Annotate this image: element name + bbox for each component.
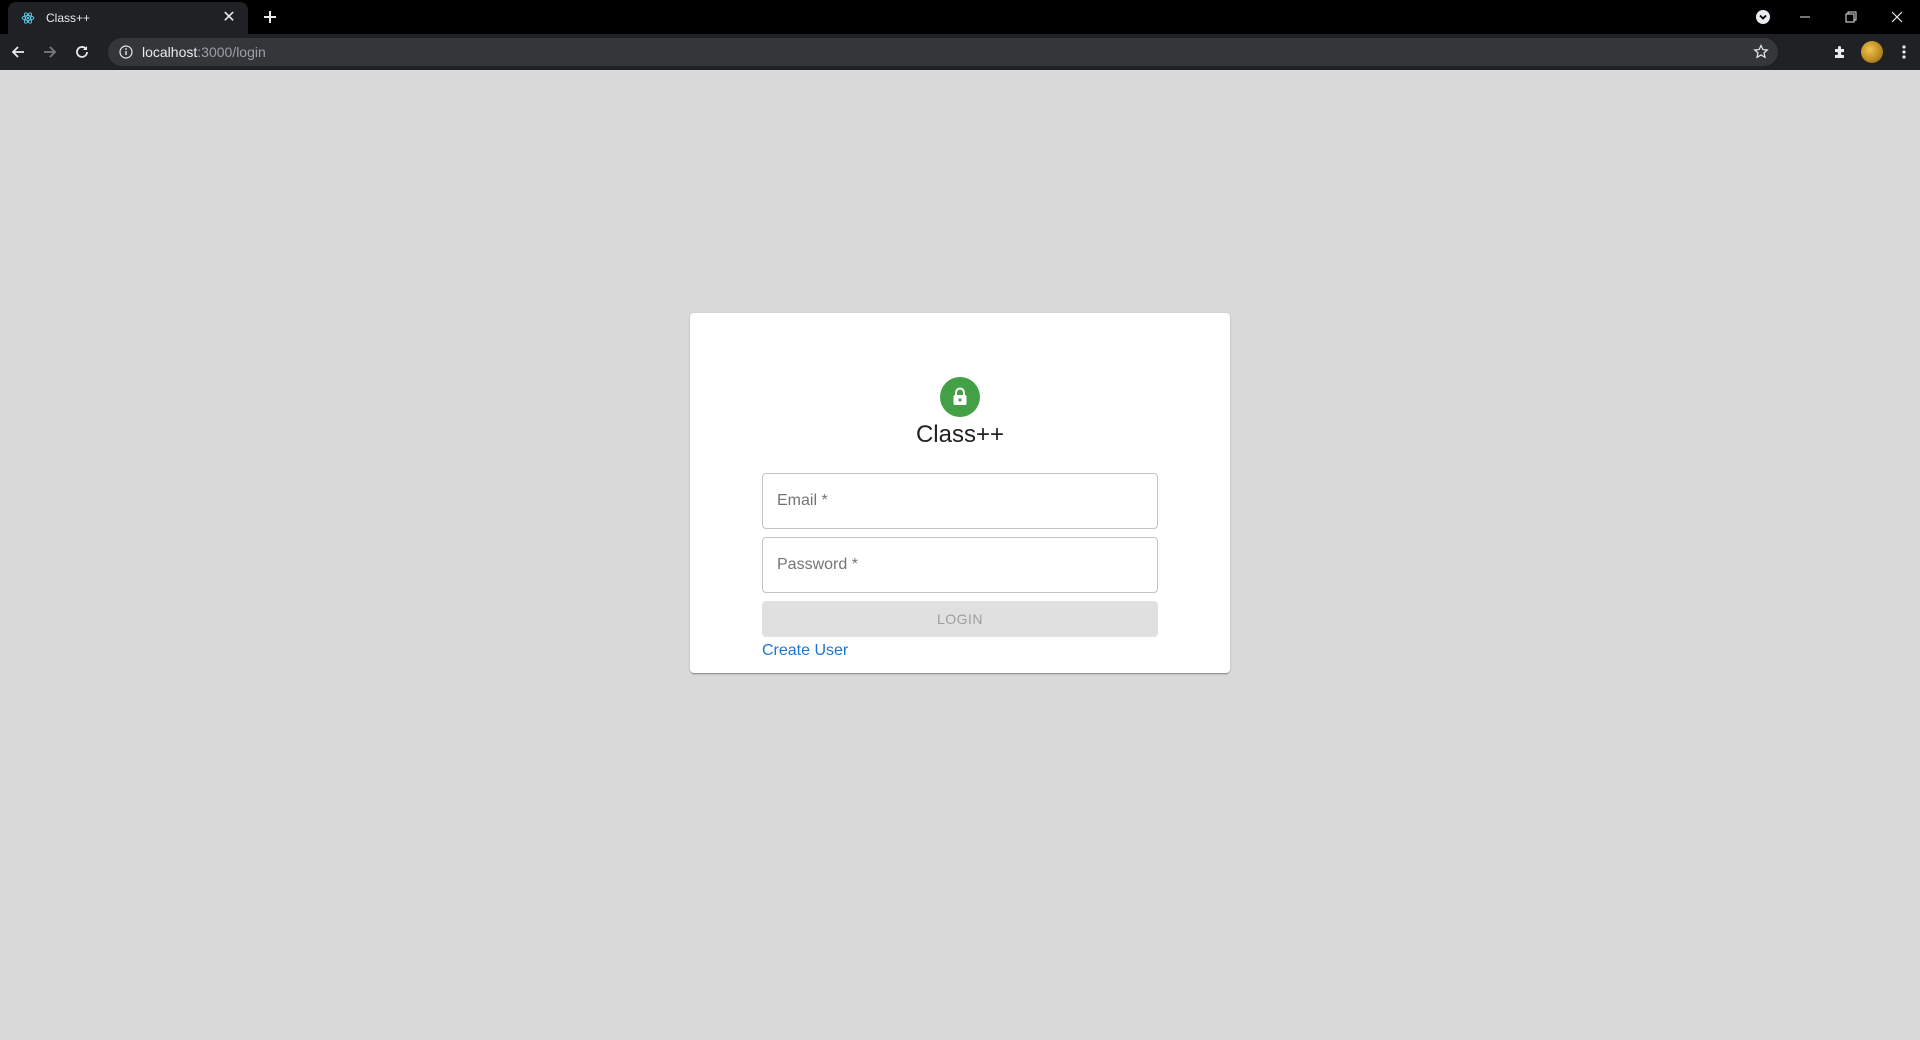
star-icon[interactable] (1752, 43, 1770, 61)
window-controls (1782, 0, 1920, 34)
url-path: :3000/login (197, 44, 266, 60)
toolbar-actions (1824, 34, 1920, 70)
react-icon (20, 10, 36, 26)
avatar[interactable] (1856, 36, 1888, 68)
tab-search-icon[interactable] (1754, 8, 1772, 26)
password-input[interactable] (777, 538, 1143, 592)
arrow-left-icon[interactable] (4, 38, 32, 66)
login-card: Class++ LOGIN Create User (690, 313, 1230, 673)
password-field[interactable] (762, 537, 1158, 593)
tab-title: Class++ (46, 11, 91, 25)
login-button[interactable]: LOGIN (762, 601, 1158, 637)
browser-tab[interactable]: Class++ ✕ (8, 2, 248, 34)
email-input[interactable] (777, 474, 1143, 528)
close-icon[interactable]: ✕ (220, 9, 238, 27)
page-viewport: Class++ LOGIN Create User (0, 70, 1920, 1040)
arrow-right-icon[interactable] (36, 38, 64, 66)
browser-toolbar: localhost :3000/login (0, 34, 1920, 70)
window-close-icon[interactable] (1874, 0, 1920, 34)
restore-icon[interactable] (1828, 0, 1874, 34)
puzzle-icon[interactable] (1824, 36, 1856, 68)
minimize-icon[interactable] (1782, 0, 1828, 34)
lock-icon (940, 377, 980, 417)
tab-strip: Class++ ✕ (0, 0, 1920, 34)
page-title: Class++ (915, 421, 1005, 448)
kebab-menu-icon[interactable] (1888, 36, 1920, 68)
email-field[interactable] (762, 473, 1158, 529)
address-bar[interactable]: localhost :3000/login (108, 38, 1778, 66)
create-user-link[interactable]: Create User (762, 642, 848, 660)
url-host: localhost (142, 44, 198, 60)
plus-icon[interactable] (258, 5, 282, 29)
browser-window: Class++ ✕ localhost:3000/login Class++ … (0, 0, 1920, 1040)
info-icon[interactable] (118, 44, 134, 60)
reload-icon[interactable] (68, 38, 96, 66)
